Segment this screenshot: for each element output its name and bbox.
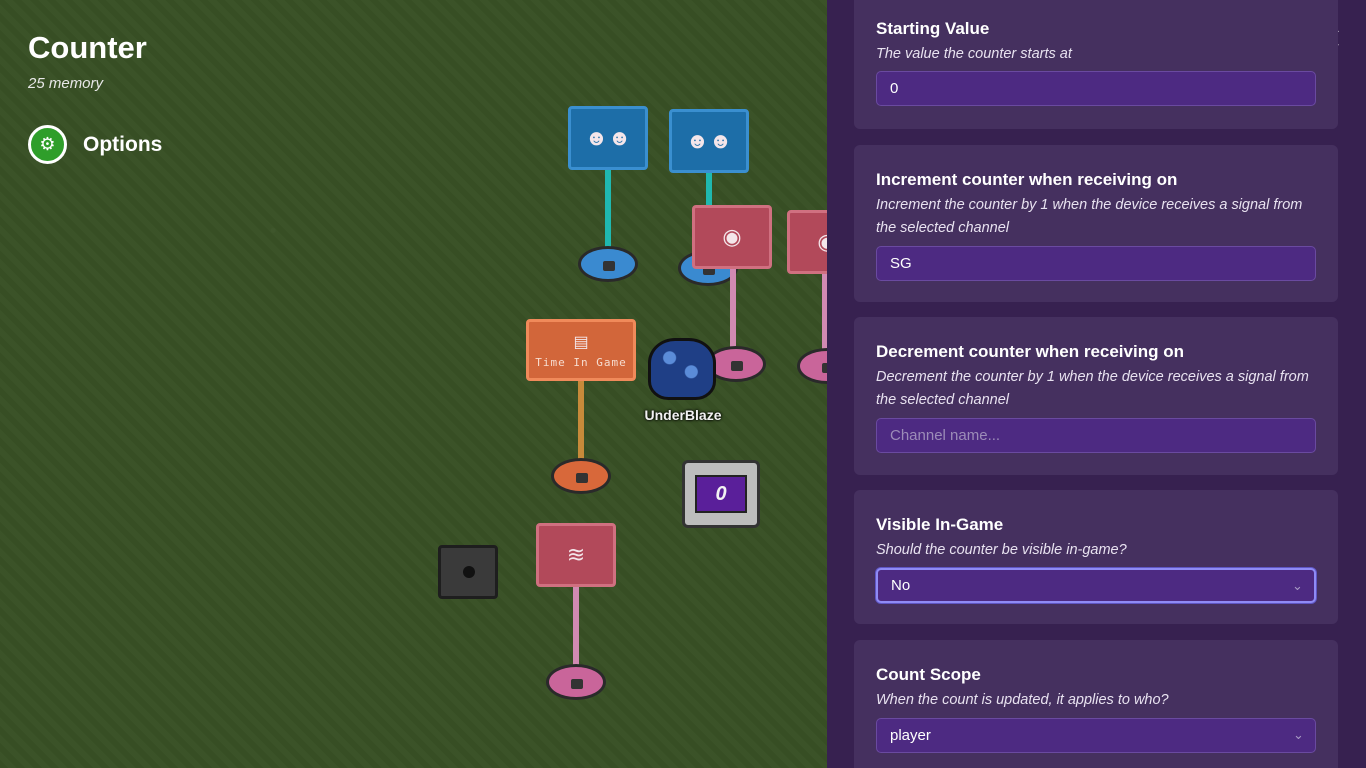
- increment-channel-input[interactable]: SG: [876, 246, 1316, 281]
- time-in-game-label: Time In Game: [535, 355, 627, 369]
- players-icon: ☻☻: [685, 128, 733, 153]
- count-scope-select[interactable]: player ⌄: [876, 718, 1316, 753]
- player-name: UnderBlaze: [644, 407, 722, 423]
- player-avatar[interactable]: [648, 338, 716, 400]
- sign-pole: [573, 587, 579, 667]
- setting-count-scope: Count Scope When the count is updated, i…: [854, 640, 1338, 768]
- clipboard-icon: ▤: [573, 333, 589, 351]
- broadcast-tower-icon: ◉: [722, 224, 742, 249]
- options-button[interactable]: ⚙ Options: [28, 125, 162, 164]
- setting-title: Decrement counter when receiving on: [876, 342, 1184, 361]
- players-icon: ☻☻: [584, 125, 632, 150]
- sign-pole: [730, 269, 736, 349]
- sign-pole: [605, 170, 611, 255]
- device-memory: 25 memory: [28, 75, 104, 92]
- chevron-down-icon: ⌄: [1293, 728, 1304, 743]
- device-title: Counter: [28, 30, 147, 65]
- wifi-sign[interactable]: ≋: [536, 523, 616, 587]
- starting-value-input[interactable]: 0: [876, 71, 1316, 106]
- setting-starting-value: Starting Value The value the counter sta…: [854, 0, 1338, 129]
- select-value: No: [891, 577, 911, 594]
- chevron-down-icon: ⌄: [1292, 579, 1303, 594]
- visible-in-game-select[interactable]: No ⌄: [876, 568, 1316, 603]
- setting-description: Decrement the counter by 1 when the devi…: [876, 369, 1309, 408]
- setting-visible-in-game: Visible In-Game Should the counter be vi…: [854, 490, 1338, 624]
- setting-title: Count Scope: [876, 665, 981, 684]
- speaker-device[interactable]: [438, 545, 498, 599]
- setting-description: Increment the counter by 1 when the devi…: [876, 197, 1303, 236]
- setting-description: The value the counter starts at: [876, 46, 1072, 62]
- setting-title: Visible In-Game: [876, 515, 1004, 534]
- setting-decrement-channel: Decrement counter when receiving on Decr…: [854, 317, 1338, 475]
- decrement-channel-input[interactable]: Channel name...: [876, 418, 1316, 453]
- counter-device[interactable]: 0: [682, 460, 760, 528]
- select-value: player: [890, 727, 931, 744]
- setting-title: Increment counter when receiving on: [876, 170, 1178, 189]
- wifi-icon: ≋: [566, 542, 586, 567]
- sign-base: [578, 246, 638, 282]
- setting-description: Should the counter be visible in-game?: [876, 542, 1127, 558]
- setting-description: When the count is updated, it applies to…: [876, 692, 1169, 708]
- channel-sign-blue-2[interactable]: ☻☻: [669, 109, 749, 173]
- sign-base: [546, 664, 606, 700]
- channel-sign-blue-1[interactable]: ☻☻: [568, 106, 648, 170]
- broadcast-sign-1[interactable]: ◉: [692, 205, 772, 269]
- options-label: Options: [83, 132, 163, 156]
- sign-base: [551, 458, 611, 494]
- counter-display: 0: [695, 475, 747, 513]
- sign-pole: [578, 381, 584, 463]
- gear-icon: ⚙: [28, 125, 67, 164]
- setting-increment-channel: Increment counter when receiving on Incr…: [854, 145, 1338, 302]
- time-in-game-sign[interactable]: ▤ Time In Game: [526, 319, 636, 381]
- setting-title: Starting Value: [876, 19, 990, 38]
